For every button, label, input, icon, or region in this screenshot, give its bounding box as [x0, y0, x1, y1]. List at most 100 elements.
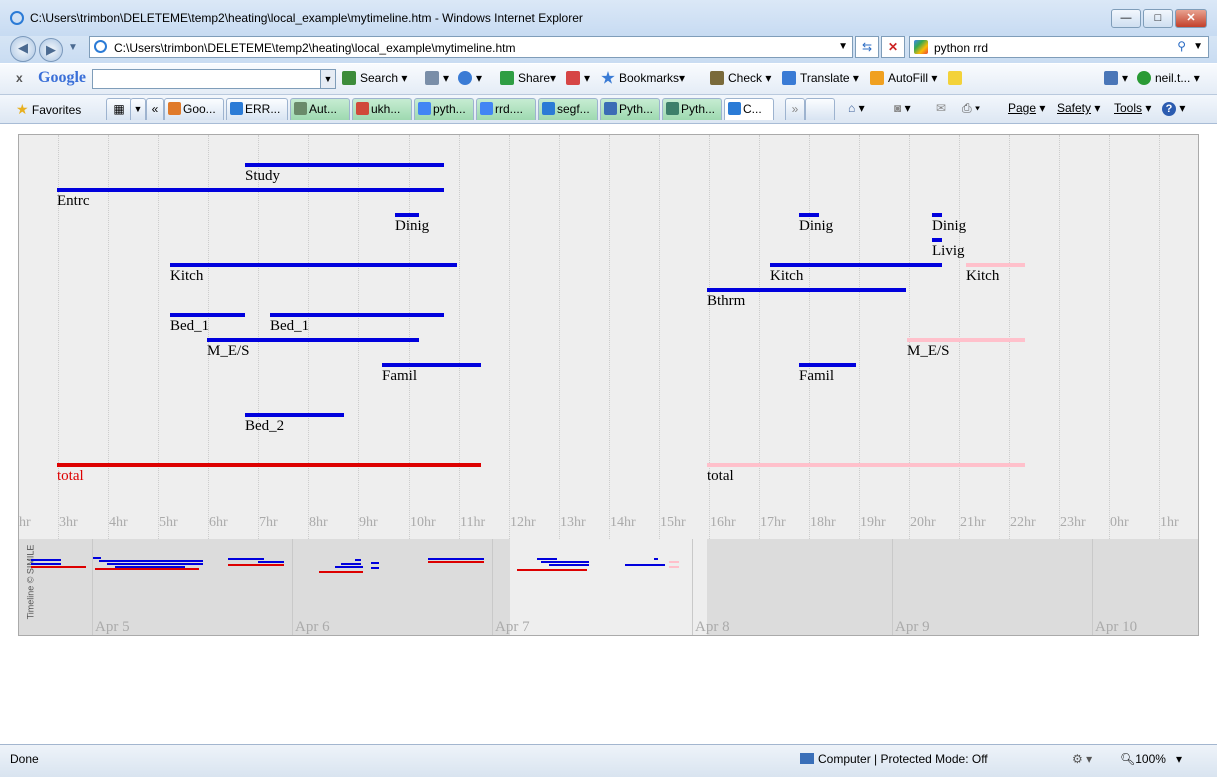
browser-tab[interactable]: C... [724, 98, 774, 120]
event-bar[interactable] [170, 313, 245, 317]
search-magnifier-icon[interactable]: ⚲ [1177, 39, 1186, 53]
event-label[interactable]: Dinig [932, 218, 966, 235]
search-box[interactable]: python rrd ⚲ ▼ [909, 36, 1209, 58]
security-zone[interactable]: Computer | Protected Mode: Off [800, 752, 988, 766]
event-label[interactable]: Bed_2 [245, 418, 284, 435]
forward-button[interactable]: ▶ [39, 38, 63, 62]
event-bar[interactable] [799, 363, 856, 367]
event-bar[interactable] [799, 213, 819, 217]
new-tab-button[interactable] [805, 98, 835, 120]
timeline-day-band[interactable]: Timeline © SIMILE Apr 5 Apr 6 Apr 7 Apr 8 Ap… [19, 539, 1198, 635]
event-label[interactable]: Bed_1 [270, 318, 309, 335]
event-bar[interactable] [170, 263, 457, 267]
protected-mode-button[interactable]: ⚙ ▾ [1072, 752, 1092, 766]
event-bar[interactable] [907, 338, 1025, 342]
bookmarks-button[interactable]: Bookmarks▾ [601, 71, 685, 85]
address-bar[interactable]: C:\Users\trimbon\DELETEME\temp2\heating\… [89, 36, 853, 58]
add-button[interactable]: ▾ [458, 71, 482, 85]
event-label[interactable]: Bed_1 [170, 318, 209, 335]
highlight-button[interactable] [948, 71, 966, 85]
event-label[interactable]: Dinig [395, 218, 429, 235]
event-label[interactable]: Kitch [770, 268, 803, 285]
event-bar[interactable] [382, 363, 481, 367]
event-label[interactable]: M_E/S [207, 343, 250, 360]
mail-button[interactable]: ✉ [936, 101, 946, 115]
favorites-button[interactable]: ★ Favorites [16, 101, 81, 118]
account-button[interactable]: neil.t... ▾ [1137, 71, 1200, 85]
event-label[interactable]: Famil [799, 368, 834, 385]
safety-menu[interactable]: Safety ▾ [1057, 101, 1100, 115]
event-bar[interactable] [207, 338, 419, 342]
minimize-button[interactable]: — [1111, 9, 1141, 28]
browser-tab[interactable]: Pyth... [662, 98, 722, 120]
google-search-input[interactable]: ▼ [92, 69, 336, 89]
scroll-tabs-left-button[interactable]: « [146, 98, 164, 120]
hour-label: 3hr [59, 515, 78, 530]
help-button[interactable]: ? ▾ [1162, 101, 1185, 116]
settings-button[interactable]: ▾ [1104, 71, 1128, 85]
zoom-button[interactable]: 🔍︎100% ▾ [1120, 752, 1182, 766]
home-button[interactable]: ⌂ ▾ [848, 101, 865, 115]
feeds-button[interactable]: ◙ ▾ [894, 101, 911, 115]
search-history-dropdown-icon[interactable]: ▼ [320, 70, 335, 88]
event-label[interactable]: Famil [382, 368, 417, 385]
event-bar[interactable] [57, 188, 444, 192]
event-bar[interactable] [770, 263, 942, 267]
google-search-button[interactable]: Search ▾ [342, 71, 407, 85]
browser-tab[interactable]: Pyth... [600, 98, 660, 120]
event-label[interactable]: total [707, 468, 734, 485]
address-dropdown-icon[interactable]: ▼ [838, 41, 848, 52]
browser-tab[interactable]: Aut... [290, 98, 350, 120]
quick-tabs-button[interactable]: ▦ [106, 98, 132, 120]
event-bar[interactable] [932, 213, 942, 217]
event-label[interactable]: Livig [932, 243, 965, 260]
event-label[interactable]: Kitch [966, 268, 999, 285]
event-label[interactable]: Dinig [799, 218, 833, 235]
scroll-tabs-right-button[interactable]: » [785, 98, 805, 120]
search-options-dropdown-icon[interactable]: ▼ [1193, 41, 1203, 52]
event-bar[interactable] [57, 463, 481, 467]
refresh-icon[interactable]: ⇆ [855, 36, 879, 58]
share-button[interactable]: Share▾ [500, 71, 556, 85]
browser-tab[interactable]: rrd.... [476, 98, 536, 120]
event-bar[interactable] [270, 313, 444, 317]
browser-tab[interactable]: ukh... [352, 98, 412, 120]
browser-tab[interactable]: Goo... [164, 98, 224, 120]
event-label[interactable]: Bthrm [707, 293, 745, 310]
spellcheck-button[interactable]: Check ▾ [710, 71, 771, 85]
event-label[interactable]: Entrc [57, 193, 89, 210]
event-label[interactable]: Study [245, 168, 280, 185]
event-label[interactable]: Kitch [170, 268, 203, 285]
browser-tab[interactable]: pyth... [414, 98, 474, 120]
event-label[interactable]: M_E/S [907, 343, 950, 360]
back-button[interactable]: ◀ [10, 36, 36, 62]
toolbar-close-button[interactable]: x [16, 71, 23, 85]
autofill-button[interactable]: AutoFill ▾ [870, 71, 937, 85]
close-button[interactable]: ✕ [1175, 9, 1207, 28]
print-button[interactable]: ⎙ ▾ [962, 101, 980, 116]
translate-button[interactable]: Translate ▾ [782, 71, 859, 85]
event-bar[interactable] [707, 463, 1025, 467]
event-bar[interactable] [245, 413, 344, 417]
tools-menu[interactable]: Tools ▾ [1114, 101, 1151, 115]
event-label[interactable]: total [57, 468, 84, 485]
hour-label: 23hr [1060, 515, 1086, 530]
event-bar[interactable] [707, 288, 906, 292]
search-input[interactable]: python rrd [934, 41, 988, 55]
browser-tab[interactable]: ERR... [226, 98, 288, 120]
event-bar[interactable] [245, 163, 444, 167]
stop-icon[interactable]: ✕ [881, 36, 905, 58]
maximize-button[interactable]: □ [1143, 9, 1173, 28]
timeline-hour-band[interactable]: hr 3hr 4hr 5hr 6hr 7hr 8hr 9hr 10hr 11hr 12hr 13hr 1… [19, 135, 1198, 539]
recent-pages-dropdown-icon[interactable]: ▼ [68, 42, 78, 53]
event-bar[interactable] [966, 263, 1025, 267]
popup-blocker-button[interactable]: ▾ [566, 71, 590, 85]
account-status-icon [1137, 71, 1151, 85]
simile-timeline[interactable]: hr 3hr 4hr 5hr 6hr 7hr 8hr 9hr 10hr 11hr 12hr 13hr 1… [18, 134, 1199, 636]
page-menu[interactable]: Page ▾ [1008, 101, 1045, 115]
browser-tab[interactable]: segf... [538, 98, 598, 120]
tab-list-dropdown[interactable]: ▼ [130, 98, 146, 120]
event-bar[interactable] [932, 238, 942, 242]
event-bar[interactable] [395, 213, 419, 217]
news-button[interactable]: ▾ [425, 71, 449, 85]
